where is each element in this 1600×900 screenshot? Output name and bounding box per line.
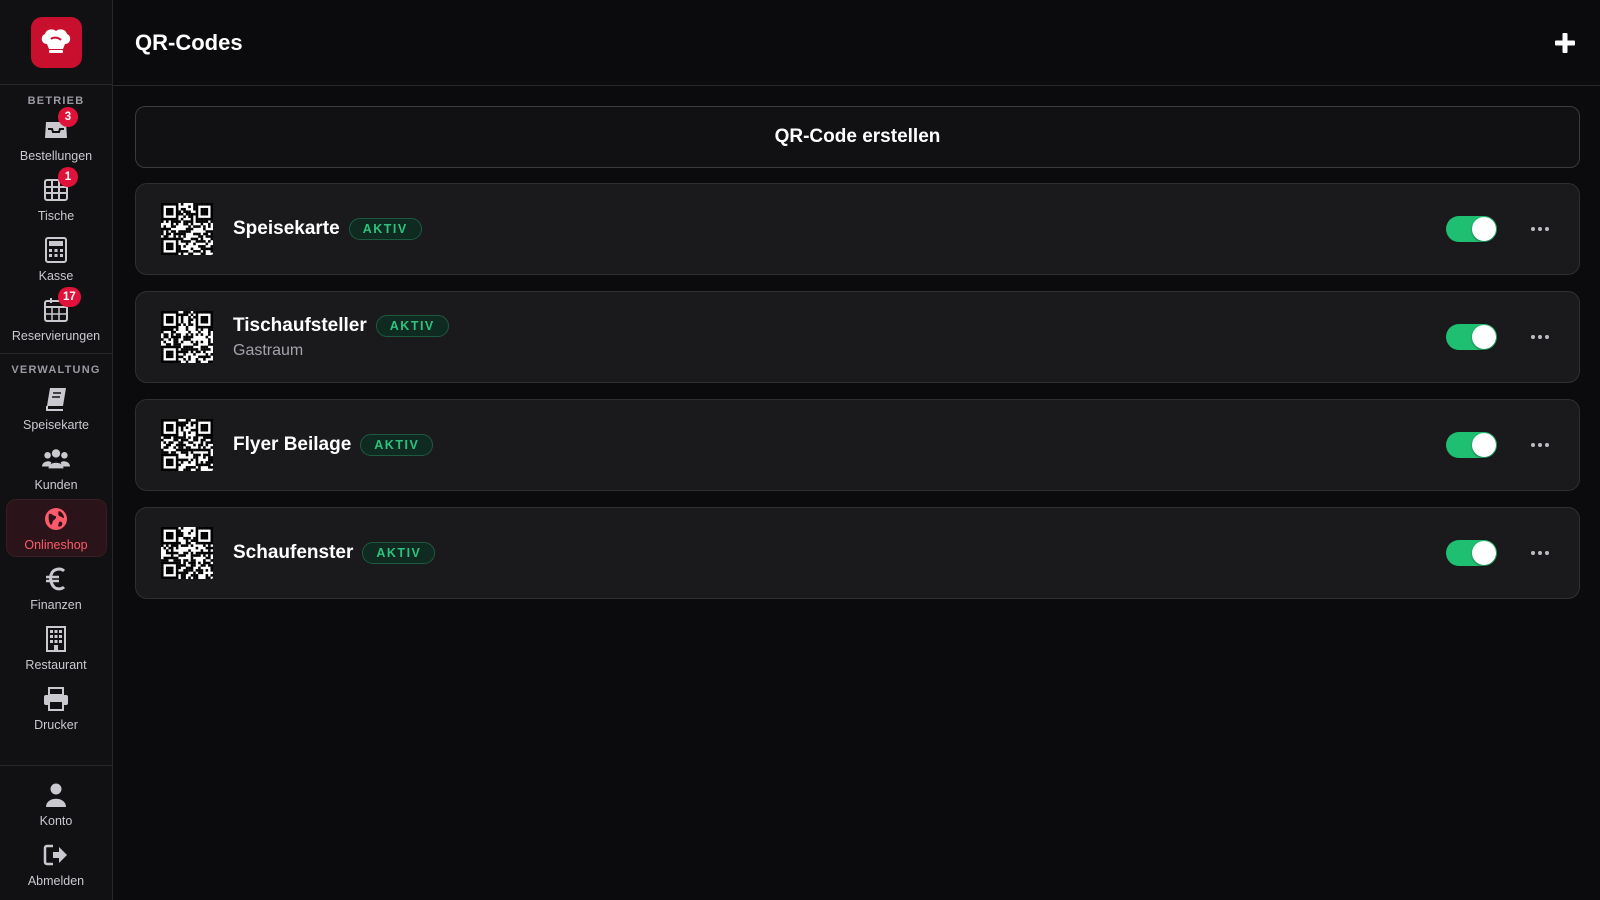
qr-code-name: Speisekarte (233, 218, 340, 239)
page-title: QR-Codes (135, 29, 243, 55)
sidebar-item-drucker[interactable]: Drucker (6, 679, 107, 737)
sidebar-item-label: Onlineshop (24, 537, 88, 552)
sidebar-divider (0, 353, 112, 354)
qr-code-icon (161, 311, 214, 364)
toggle-knob (1472, 217, 1496, 241)
section-label-betrieb: BETRIEB (27, 95, 85, 107)
qr-code-name: Schaufenster (233, 542, 354, 563)
logo-area (0, 0, 112, 85)
printer-icon (44, 686, 68, 711)
sidebar-item-label: Finanzen (30, 597, 82, 612)
user-icon (46, 783, 66, 807)
more-options-button[interactable] (1527, 543, 1553, 563)
qr-code-thumbnail (161, 311, 214, 364)
badge-bestellungen: 3 (58, 106, 78, 127)
more-options-button[interactable] (1527, 327, 1553, 347)
users-icon (42, 448, 70, 468)
globe-icon (45, 507, 67, 530)
main-area: QR-Codes QR-Code erstellen Speisekarte A… (113, 0, 1600, 900)
app-logo[interactable] (30, 16, 82, 68)
sidebar-item-label: Konto (39, 813, 73, 828)
more-dots-icon (1531, 335, 1549, 339)
qr-code-icon (161, 527, 214, 580)
toggle-knob (1472, 433, 1496, 457)
sidebar-item-tische[interactable]: 1 Tische (6, 166, 107, 228)
status-badge: AKTIV (360, 434, 434, 456)
qr-code-list: QR-Code erstellen Speisekarte AKTIV Tisc… (113, 86, 1600, 615)
status-badge: AKTIV (362, 542, 436, 564)
sidebar-bottom: Konto Abmelden (0, 765, 112, 900)
more-options-button[interactable] (1527, 219, 1553, 239)
qr-code-toggle[interactable] (1446, 216, 1497, 242)
sidebar-item-label: Bestellungen (19, 148, 93, 163)
qr-code-info: Flyer Beilage AKTIV (233, 434, 1446, 456)
sidebar-item-abmelden[interactable]: Abmelden (6, 835, 107, 893)
sidebar-item-label: Restaurant (25, 657, 87, 672)
status-badge: AKTIV (348, 218, 422, 240)
sidebar-item-finanzen[interactable]: Finanzen (6, 559, 107, 617)
topbar: QR-Codes (113, 0, 1600, 86)
more-dots-icon (1531, 443, 1549, 447)
logout-icon (43, 844, 67, 865)
qr-code-icon (161, 419, 214, 472)
app-root: BETRIEB 3 Bestellungen 1 Tische Kasse 17… (0, 0, 1600, 900)
qr-code-icon (161, 203, 214, 256)
sidebar-item-konto[interactable]: Konto (6, 775, 107, 833)
sidebar-item-onlineshop[interactable]: Onlineshop (5, 499, 107, 557)
badge-tische: 1 (58, 166, 78, 187)
euro-icon (46, 567, 66, 590)
qr-code-location: Gastraum (233, 341, 304, 359)
add-qr-code-button[interactable] (1550, 28, 1580, 58)
more-dots-icon (1531, 551, 1549, 555)
qr-code-card[interactable]: Flyer Beilage AKTIV (135, 399, 1580, 491)
sidebar-item-kasse[interactable]: Kasse (6, 230, 107, 288)
more-options-button[interactable] (1527, 435, 1553, 455)
sidebar-item-label: Kasse (38, 268, 74, 283)
sidebar-item-label: Kunden (34, 477, 78, 492)
plus-icon (1555, 32, 1575, 53)
qr-code-info: Tischaufsteller AKTIV Gastraum (233, 314, 1446, 360)
calculator-icon (45, 236, 67, 263)
sidebar-item-bestellungen[interactable]: 3 Bestellungen (6, 106, 107, 168)
sidebar-item-label: Abmelden (27, 873, 85, 888)
sidebar-item-reservierungen[interactable]: 17 Reservierungen (6, 286, 107, 348)
qr-code-thumbnail (161, 527, 214, 580)
qr-code-toggle[interactable] (1446, 540, 1497, 566)
more-dots-icon (1531, 227, 1549, 231)
status-badge: AKTIV (375, 314, 449, 337)
qr-code-card[interactable]: Tischaufsteller AKTIV Gastraum (135, 291, 1580, 383)
qr-code-info: Schaufenster AKTIV (233, 542, 1446, 564)
section-label-verwaltung: VERWALTUNG (11, 364, 101, 376)
toggle-knob (1472, 541, 1496, 565)
sidebar-item-label: Reservierungen (11, 328, 101, 343)
qr-code-name: Tischaufsteller (233, 314, 367, 336)
sidebar-item-label: Speisekarte (22, 417, 89, 432)
qr-code-name: Flyer Beilage (233, 434, 352, 455)
qr-code-card[interactable]: Speisekarte AKTIV (135, 183, 1580, 275)
book-icon (46, 387, 66, 411)
qr-code-toggle[interactable] (1446, 432, 1497, 458)
sidebar-item-kunden[interactable]: Kunden (6, 439, 107, 497)
qr-code-thumbnail (161, 419, 214, 472)
create-qr-code-button[interactable]: QR-Code erstellen (135, 106, 1580, 168)
toggle-knob (1472, 325, 1496, 349)
sidebar-item-label: Drucker (34, 717, 78, 732)
building-icon (46, 625, 66, 652)
sidebar-item-restaurant[interactable]: Restaurant (6, 619, 107, 677)
qr-code-info: Speisekarte AKTIV (233, 218, 1446, 240)
qr-code-card[interactable]: Schaufenster AKTIV (135, 507, 1580, 599)
sidebar-item-speisekarte[interactable]: Speisekarte (6, 379, 107, 437)
badge-reservierungen: 17 (58, 286, 81, 307)
sidebar-item-label: Tische (37, 208, 75, 223)
chef-hat-icon (41, 29, 71, 53)
sidebar: BETRIEB 3 Bestellungen 1 Tische Kasse 17… (0, 0, 113, 900)
qr-code-thumbnail (161, 203, 214, 256)
qr-code-toggle[interactable] (1446, 324, 1497, 350)
